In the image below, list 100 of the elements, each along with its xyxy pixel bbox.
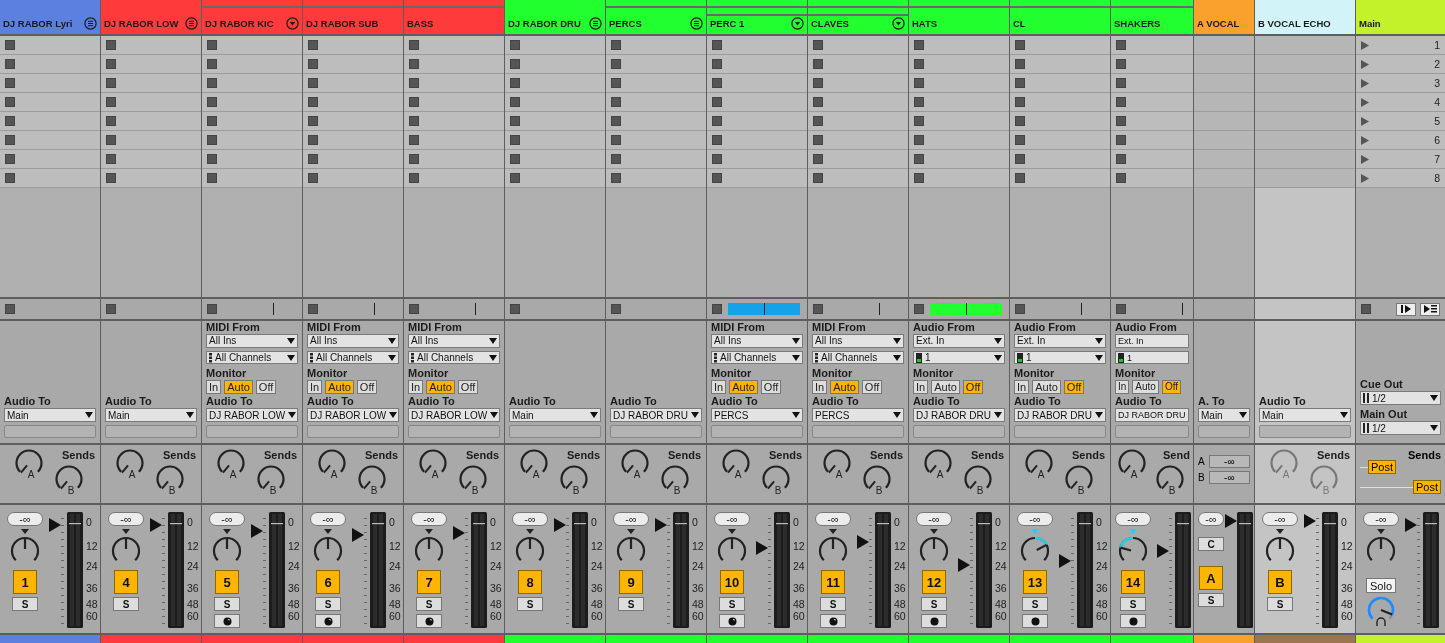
clip-slot[interactable] [1010, 131, 1110, 150]
send-knob[interactable]: A [822, 449, 852, 479]
clip-slot[interactable] [303, 112, 403, 131]
scene-slot[interactable]: 1 [1356, 36, 1445, 55]
volume-fader-pointer[interactable] [958, 558, 970, 572]
volume-fader-pointer[interactable] [1157, 544, 1169, 558]
clip-slot[interactable] [707, 74, 807, 93]
output-dropdown[interactable]: DJ RABOR DRU [1115, 408, 1189, 423]
clip-slot[interactable] [202, 169, 302, 188]
track-stop-button[interactable] [1116, 304, 1126, 314]
track-activator-button[interactable]: 7 [417, 570, 441, 594]
monitor-option[interactable]: Off [1063, 380, 1085, 395]
track-stop-button[interactable] [308, 304, 318, 314]
monitor-option[interactable]: In [1115, 380, 1130, 395]
arrangement-button[interactable] [1420, 302, 1440, 316]
send-knob[interactable]: A [216, 449, 246, 479]
clip-slot[interactable] [909, 112, 1009, 131]
clip-slot[interactable] [505, 150, 605, 169]
input-source-dropdown[interactable]: Ext. In [913, 334, 1005, 348]
clip-slot[interactable] [909, 169, 1009, 188]
solo-button[interactable]: S [12, 597, 38, 611]
clip-slot[interactable] [404, 150, 504, 169]
send-knob[interactable]: A [1024, 449, 1054, 479]
clip-slot[interactable] [707, 131, 807, 150]
solo-button[interactable]: S [820, 597, 846, 611]
clip-slot[interactable] [505, 169, 605, 188]
send-knob[interactable]: B [1155, 465, 1185, 495]
input-source-dropdown[interactable]: All Ins [812, 334, 904, 348]
input-channel-dropdown[interactable]: All Channels [408, 350, 500, 365]
output-channel-field[interactable] [206, 425, 298, 438]
clip-slot[interactable] [707, 169, 807, 188]
track-stop-button[interactable] [813, 304, 823, 314]
solo-button[interactable]: S [1120, 597, 1146, 611]
clip-slot[interactable] [1111, 169, 1193, 188]
input-source-dropdown[interactable]: Ext. In [1014, 334, 1106, 348]
track-stop-button[interactable] [1015, 304, 1025, 314]
clip-slot[interactable] [505, 36, 605, 55]
clip-slot[interactable] [303, 55, 403, 74]
volume-field[interactable]: -∞ [1017, 512, 1053, 526]
monitor-option[interactable]: Auto [325, 380, 354, 395]
clip-slot[interactable] [1255, 93, 1355, 112]
volume-field[interactable]: -∞ [209, 512, 245, 526]
output-channel-field[interactable] [1198, 425, 1250, 438]
clip-slot[interactable] [404, 55, 504, 74]
monitor-option[interactable]: Auto [426, 380, 455, 395]
clip-slot[interactable] [1255, 74, 1355, 93]
clip-slot[interactable] [808, 169, 908, 188]
clip-slot[interactable] [1194, 74, 1254, 93]
clip-slot[interactable] [808, 93, 908, 112]
clip-slot[interactable] [1010, 74, 1110, 93]
input-source-dropdown[interactable]: Ext. In [1115, 334, 1189, 348]
cue-volume-knob[interactable] [1366, 596, 1396, 628]
track-header[interactable]: B VOCAL ECHO [1255, 0, 1355, 34]
volume-fader-pointer[interactable] [1304, 514, 1316, 528]
clip-slot[interactable] [1255, 112, 1355, 131]
output-dropdown[interactable]: DJ RABOR DRU [1014, 408, 1106, 423]
send-knob[interactable]: B [155, 465, 185, 495]
send-value-field[interactable]: -∞ [1208, 455, 1250, 468]
clip-slot[interactable] [808, 55, 908, 74]
solo-button[interactable]: S [921, 597, 947, 611]
track-activator-button[interactable]: 13 [1023, 570, 1047, 594]
volume-fader-pointer[interactable] [150, 518, 162, 532]
monitor-option[interactable]: Off [760, 380, 782, 395]
clip-slot[interactable] [606, 55, 706, 74]
send-knob[interactable]: B [1064, 465, 1094, 495]
track-activator-button[interactable]: 1 [13, 570, 37, 594]
clip-slot[interactable] [606, 36, 706, 55]
output-dropdown[interactable]: DJ RABOR DRU [913, 408, 1005, 423]
clip-slot[interactable] [909, 36, 1009, 55]
clip-slot[interactable] [808, 150, 908, 169]
arm-button[interactable] [820, 614, 846, 628]
output-channel-field[interactable] [610, 425, 702, 438]
clip-slot[interactable] [1010, 55, 1110, 74]
clip-slot[interactable] [909, 55, 1009, 74]
clip-slot[interactable] [505, 74, 605, 93]
clip-slot[interactable] [303, 131, 403, 150]
clip-slot[interactable] [707, 150, 807, 169]
clip-slot[interactable] [303, 150, 403, 169]
clip-slot[interactable] [606, 74, 706, 93]
clip-slot[interactable] [0, 112, 100, 131]
monitor-option[interactable]: In [408, 380, 424, 395]
clip-slot[interactable] [909, 74, 1009, 93]
clip-slot[interactable] [404, 74, 504, 93]
clip-slot[interactable] [101, 131, 201, 150]
clip-slot[interactable] [303, 74, 403, 93]
send-knob[interactable]: A [519, 449, 549, 479]
monitor-option[interactable]: In [913, 380, 929, 395]
monitor-option[interactable]: Auto [224, 380, 253, 395]
track-stop-button[interactable] [712, 304, 722, 314]
monitor-option[interactable]: In [307, 380, 323, 395]
clip-slot[interactable] [1255, 36, 1355, 55]
volume-fader-pointer[interactable] [352, 528, 364, 542]
clip-slot[interactable] [1111, 112, 1193, 131]
send-knob[interactable]: A [721, 449, 751, 479]
clip-slot[interactable] [808, 131, 908, 150]
solo-button[interactable]: S [214, 597, 240, 611]
output-channel-field[interactable] [1014, 425, 1106, 438]
crossfade-button[interactable]: C [1198, 537, 1224, 551]
track-stop-button[interactable] [207, 304, 217, 314]
clip-slot[interactable] [1010, 36, 1110, 55]
